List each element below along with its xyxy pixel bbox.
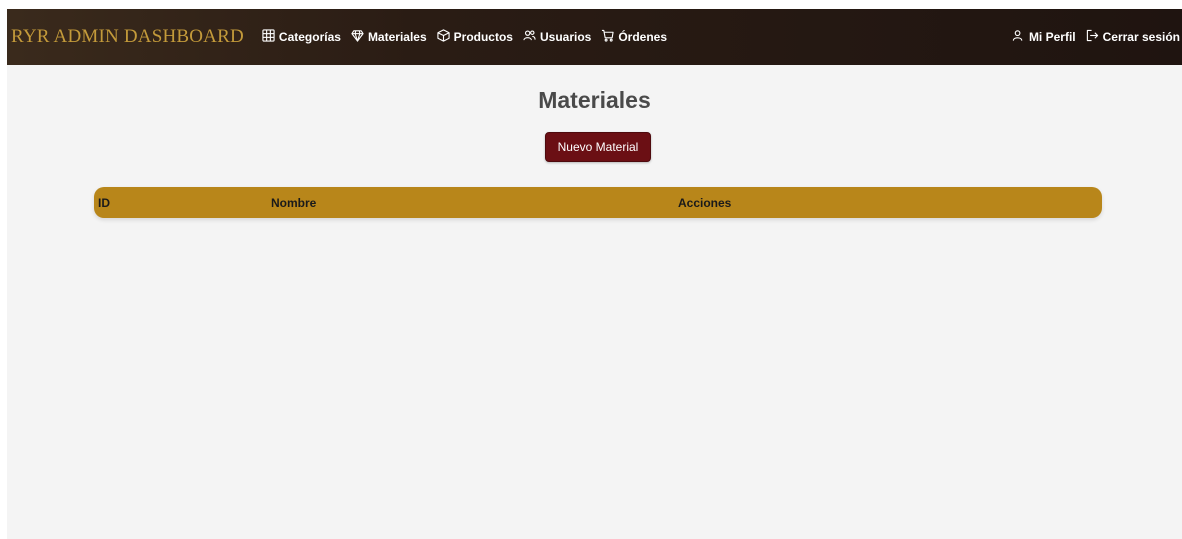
nav-link-mi-perfil[interactable]: Mi Perfil bbox=[1012, 29, 1076, 45]
logout-link[interactable]: Cerrar sesión bbox=[1086, 29, 1180, 45]
nav-link-label: Usuarios bbox=[539, 30, 592, 44]
grid-icon bbox=[262, 29, 275, 45]
gem-icon bbox=[351, 29, 364, 45]
cart-icon bbox=[601, 29, 614, 45]
nav-link-usuarios[interactable]: Usuarios bbox=[523, 29, 591, 45]
materials-table-header: ID Nombre Acciones bbox=[94, 187, 1102, 218]
logout-icon bbox=[1086, 29, 1099, 45]
nav-link-label: Cerrar sesión bbox=[1102, 30, 1180, 44]
nav-link-label: Mi Perfil bbox=[1028, 30, 1076, 44]
column-header-nombre: Nombre bbox=[271, 196, 317, 210]
user-icon bbox=[1012, 29, 1025, 45]
box-icon bbox=[437, 29, 450, 45]
nav-link-label: Órdenes bbox=[618, 30, 668, 44]
nav-link-materiales[interactable]: Materiales bbox=[351, 29, 427, 45]
nav-link-categorias[interactable]: Categorías bbox=[262, 29, 341, 45]
app-frame: RYR ADMIN DASHBOARD Categorías Materiale… bbox=[7, 9, 1182, 539]
new-material-button[interactable]: Nuevo Material bbox=[545, 132, 651, 162]
nav-link-label: Categorías bbox=[278, 30, 341, 44]
top-navbar: RYR ADMIN DASHBOARD Categorías Materiale… bbox=[7, 9, 1182, 65]
page-title: Materiales bbox=[538, 87, 651, 113]
nav-link-ordenes[interactable]: Órdenes bbox=[601, 29, 667, 45]
brand-title[interactable]: RYR ADMIN DASHBOARD bbox=[11, 26, 244, 48]
column-header-id: ID bbox=[98, 196, 110, 210]
users-icon bbox=[523, 29, 536, 45]
nav-link-label: Materiales bbox=[367, 30, 427, 44]
nav-links: Categorías Materiales Productos Usuarios… bbox=[262, 29, 667, 45]
nav-link-label: Productos bbox=[453, 30, 513, 44]
user-links: Mi Perfil Cerrar sesión bbox=[1012, 9, 1180, 65]
column-header-acciones: Acciones bbox=[678, 196, 732, 210]
nav-link-productos[interactable]: Productos bbox=[437, 29, 513, 45]
